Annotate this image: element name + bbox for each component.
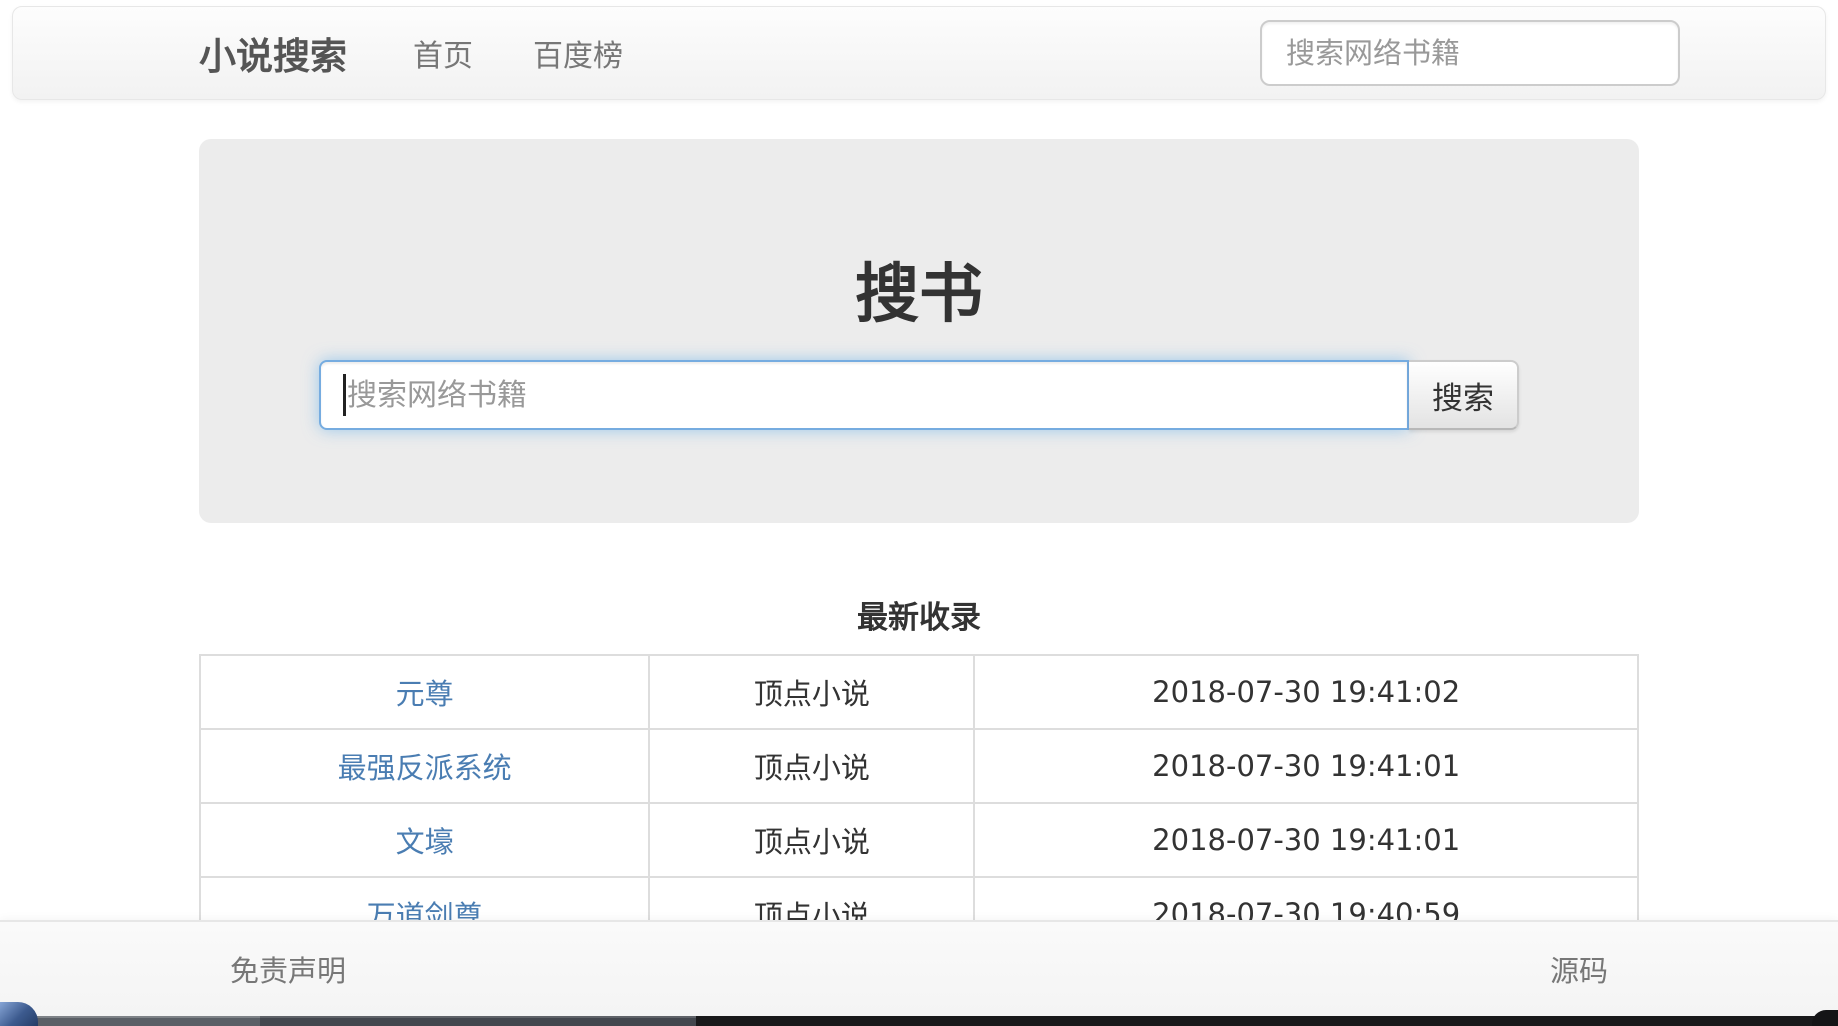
book-source-cell: 顶点小说 (649, 729, 974, 803)
book-link[interactable]: 最强反派系统 (338, 751, 512, 785)
main-container: 搜书 搜索 最新收录 元尊 顶点小说 2018-07-30 19:41:02 (169, 139, 1669, 952)
text-cursor (343, 374, 346, 416)
book-time-cell: 2018-07-30 19:41:02 (974, 655, 1638, 729)
latest-table-body: 元尊 顶点小说 2018-07-30 19:41:02 最强反派系统 顶点小说 … (200, 655, 1638, 951)
brand-link[interactable]: 小说搜索 (199, 26, 347, 80)
hero-panel: 搜书 搜索 (199, 139, 1639, 523)
nav-item-baidu-rank[interactable]: 百度榜 (503, 31, 653, 75)
dock-segment (260, 1016, 696, 1026)
nav-item-home[interactable]: 首页 (383, 31, 503, 75)
page-title: 搜书 (319, 263, 1519, 327)
footer-container: 免责声明 源码 (169, 922, 1669, 1016)
top-navbar: 小说搜索 首页 百度榜 (12, 6, 1826, 100)
dock-strip (0, 1016, 1838, 1026)
navbar-search-input[interactable] (1260, 20, 1680, 86)
dock-segment (0, 1016, 260, 1026)
book-source-cell: 顶点小说 (649, 655, 974, 729)
hero-search-input[interactable] (319, 360, 1409, 430)
window-corner (1812, 1010, 1838, 1026)
book-title-cell: 文壕 (200, 803, 649, 877)
dock-segment (696, 1016, 1838, 1026)
disclaimer-link[interactable]: 免责声明 (230, 948, 346, 990)
latest-table: 元尊 顶点小说 2018-07-30 19:41:02 最强反派系统 顶点小说 … (199, 654, 1639, 952)
latest-section-heading: 最新收录 (199, 600, 1639, 636)
table-row: 最强反派系统 顶点小说 2018-07-30 19:41:01 (200, 729, 1638, 803)
hero-search-group: 搜索 (319, 360, 1519, 430)
search-button[interactable]: 搜索 (1409, 360, 1519, 430)
source-code-link[interactable]: 源码 (1550, 948, 1608, 990)
book-time-cell: 2018-07-30 19:41:01 (974, 803, 1638, 877)
navbar-search-form (1260, 20, 1680, 86)
book-time-cell: 2018-07-30 19:41:01 (974, 729, 1638, 803)
page-footer: 免责声明 源码 (0, 920, 1838, 1016)
table-row: 元尊 顶点小说 2018-07-30 19:41:02 (200, 655, 1638, 729)
book-link[interactable]: 元尊 (396, 677, 454, 711)
book-title-cell: 元尊 (200, 655, 649, 729)
table-row: 文壕 顶点小说 2018-07-30 19:41:01 (200, 803, 1638, 877)
navbar-container: 小说搜索 首页 百度榜 (169, 7, 1669, 99)
book-title-cell: 最强反派系统 (200, 729, 649, 803)
book-source-cell: 顶点小说 (649, 803, 974, 877)
nav-links: 首页 百度榜 (383, 31, 653, 75)
book-link[interactable]: 文壕 (396, 825, 454, 859)
